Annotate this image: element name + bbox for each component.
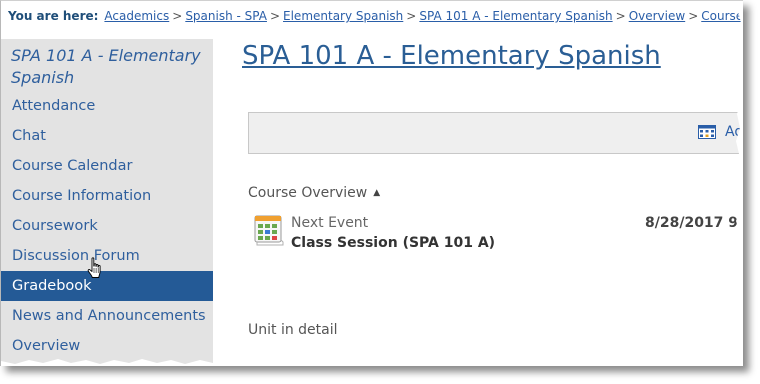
toolbar: Ad: [248, 112, 743, 154]
sidebar-item-coursework[interactable]: Coursework: [1, 211, 213, 241]
breadcrumb-separator: >: [615, 9, 626, 23]
breadcrumb-academics[interactable]: Academics: [104, 9, 169, 23]
next-event-date: 8/28/2017 9:30: [645, 215, 743, 231]
breadcrumb: You are here: Academics > Spanish - SPA > Ele…: [8, 9, 743, 23]
sidebar-item-chat[interactable]: Chat: [1, 121, 213, 151]
next-event-label: Next Event: [291, 215, 369, 231]
course-overview-heading[interactable]: Course Overview ▲: [248, 185, 380, 201]
breadcrumb-course[interactable]: SPA 101 A - Elementary Spanish: [419, 9, 612, 23]
calendar-event-icon: [254, 215, 284, 246]
sidebar-course-title[interactable]: SPA 101 A - Elementary Spanish: [1, 39, 213, 91]
breadcrumb-separator: >: [172, 9, 183, 23]
next-event-title[interactable]: Class Session (SPA 101 A): [291, 235, 495, 251]
collapse-caret-icon[interactable]: ▲: [373, 188, 380, 198]
course-overview-label: Course Overview: [248, 185, 368, 201]
unit-in-detail-heading: Unit in detail: [248, 322, 338, 338]
breadcrumb-overview[interactable]: Overview: [629, 9, 686, 23]
sidebar-item-gradebook[interactable]: Gradebook: [1, 271, 213, 301]
sidebar-item-discussion-forum[interactable]: Discussion Forum: [1, 241, 213, 271]
sidebar-item-course-information[interactable]: Course Information: [1, 181, 213, 211]
sidebar-item-overview[interactable]: Overview: [1, 331, 213, 361]
breadcrumb-separator: >: [688, 9, 699, 23]
screenshot-frame: You are here: Academics > Spanish - SPA > Ele…: [0, 0, 743, 366]
sidebar: SPA 101 A - Elementary Spanish Attendanc…: [1, 39, 213, 366]
breadcrumb-spanish-spa[interactable]: Spanish - SPA: [185, 9, 267, 23]
sidebar-item-news-and-announcements[interactable]: News and Announcements: [1, 301, 213, 331]
hand-pointer-icon: [87, 257, 101, 278]
sidebar-item-course-calendar[interactable]: Course Calendar: [1, 151, 213, 181]
page-title[interactable]: SPA 101 A - Elementary Spanish: [242, 41, 661, 71]
breadcrumb-label: You are here:: [8, 9, 99, 23]
sidebar-item-attendance[interactable]: Attendance: [1, 91, 213, 121]
torn-edge-bottom: [1, 359, 743, 366]
breadcrumb-separator: >: [406, 9, 417, 23]
breadcrumb-separator: >: [269, 9, 281, 23]
calendar-grid-icon[interactable]: [698, 125, 716, 139]
breadcrumb-elementary-spanish[interactable]: Elementary Spanish: [283, 9, 403, 23]
torn-edge-right: [736, 1, 743, 366]
